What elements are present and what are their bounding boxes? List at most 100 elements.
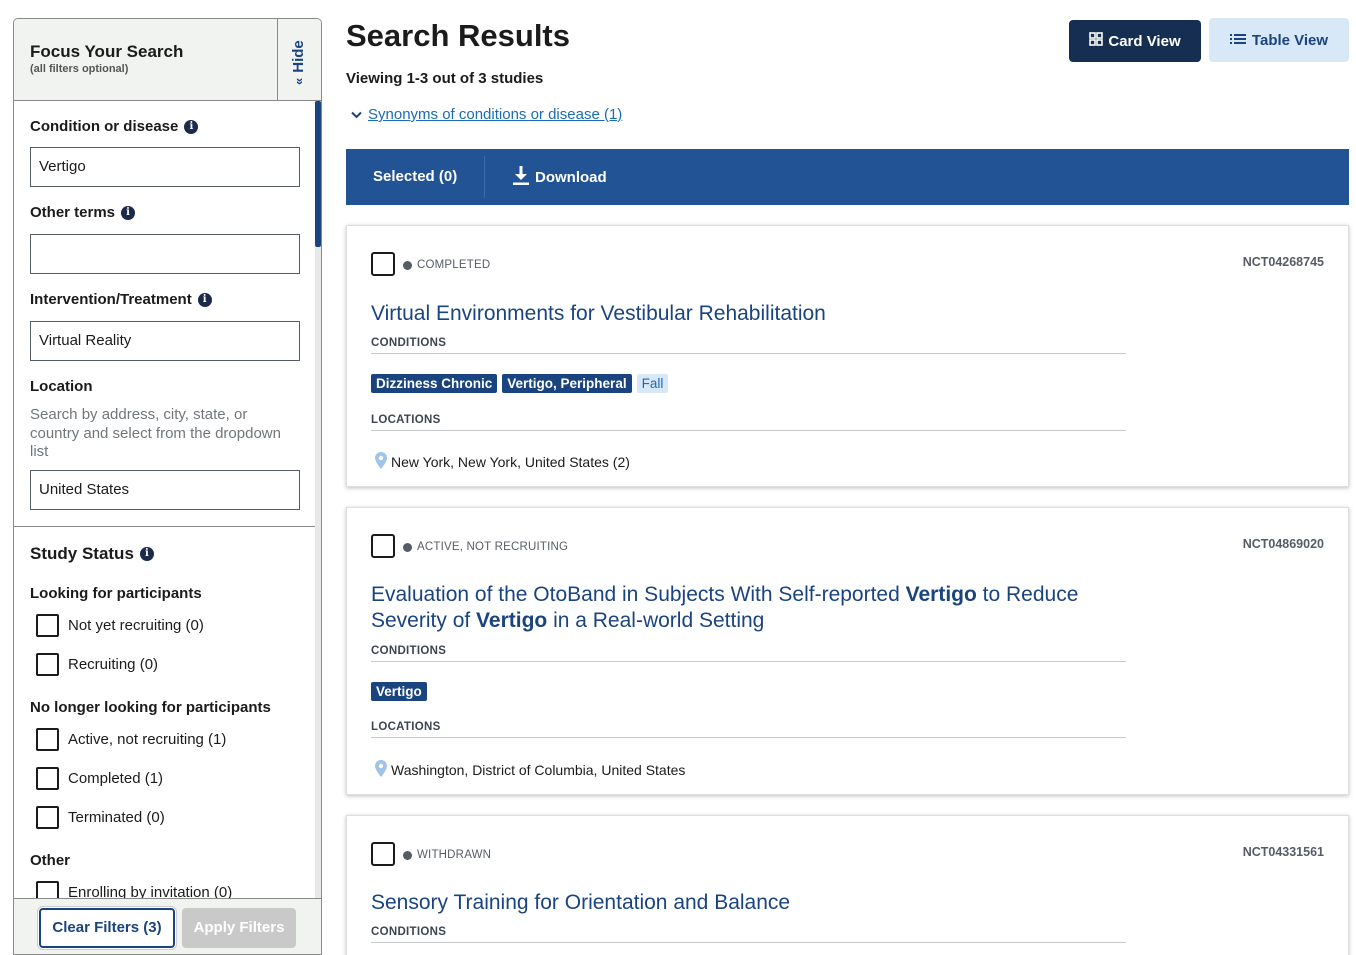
study-status: ACTIVE, NOT RECRUITING (403, 541, 568, 553)
info-icon[interactable]: i (184, 119, 199, 134)
locations-label: LOCATIONS (371, 721, 1126, 738)
download-icon (513, 166, 529, 189)
study-title-link[interactable]: Evaluation of the OtoBand in Subjects Wi… (371, 582, 1131, 634)
condition-tag: Dizziness Chronic (371, 374, 498, 393)
other-terms-input[interactable] (30, 234, 300, 274)
condition-tags: Vertigo (371, 682, 427, 701)
location-label: Location (30, 378, 93, 395)
title-text: Sensory Training for Orientation and Bal… (371, 891, 791, 914)
no-longer-heading: No longer looking for participants (30, 699, 271, 716)
checkbox[interactable] (36, 653, 59, 676)
checkbox[interactable] (36, 614, 59, 637)
status-checkbox-terminated[interactable]: Terminated (0) (36, 806, 165, 829)
study-title-link[interactable]: Sensory Training for Orientation and Bal… (371, 890, 1131, 916)
status-checkbox-not-yet-recruiting[interactable]: Not yet recruiting (0) (36, 614, 204, 637)
card-view-label: Card View (1108, 32, 1181, 50)
download-button[interactable]: Download (513, 166, 607, 189)
conditions-label: CONDITIONS (371, 337, 1126, 354)
hide-sidebar-button[interactable]: « Hide (277, 19, 321, 100)
condition-tag: Vertigo (371, 682, 427, 701)
chevron-double-left-icon: « (291, 77, 306, 85)
sidebar-header: Focus Your Search (all filters optional)… (14, 19, 321, 101)
status-checkbox-active-not-recruiting[interactable]: Active, not recruiting (1) (36, 728, 226, 751)
status-checkbox-completed[interactable]: Completed (1) (36, 767, 163, 790)
status-text: WITHDRAWN (417, 849, 492, 861)
condition-tag: Fall (636, 374, 669, 393)
other-heading: Other (30, 852, 71, 869)
divider (14, 526, 317, 527)
info-icon[interactable]: i (197, 292, 212, 307)
title-text: Evaluation of the OtoBand in Subjects Wi… (371, 583, 906, 606)
status-checkbox-enrolling-by-invitation[interactable]: Enrolling by invitation (0) (36, 881, 232, 898)
status-dot-icon (403, 850, 412, 860)
study-location: New York, New York, United States (2) (375, 452, 630, 472)
list-icon (1229, 32, 1246, 49)
intervention-label-text: Intervention/Treatment (30, 291, 192, 308)
results-count: Viewing 1-3 out of 3 studies (346, 70, 544, 87)
chevron-down-icon (351, 108, 362, 122)
table-view-button[interactable]: Table View (1209, 18, 1349, 62)
checkbox-label: Terminated (0) (68, 809, 165, 826)
status-dot-icon (403, 542, 412, 552)
hide-label: Hide (290, 40, 307, 73)
page-title: Search Results (346, 18, 570, 53)
status-checkbox-recruiting[interactable]: Recruiting (0) (36, 653, 158, 676)
study-location: Washington, District of Columbia, United… (375, 760, 685, 780)
sidebar-footer: Clear Filters (3) Apply Filters (14, 898, 321, 954)
checkbox[interactable] (36, 881, 59, 898)
conditions-label: CONDITIONS (371, 926, 1126, 943)
checkbox-label: Recruiting (0) (68, 656, 159, 673)
title-highlight: Vertigo (905, 583, 977, 606)
info-icon[interactable]: i (139, 547, 154, 561)
intervention-input[interactable]: Virtual Reality (30, 321, 300, 361)
results-toolbar: Selected (0) Download (346, 149, 1349, 205)
location-label-text: Location (30, 378, 93, 395)
selected-button[interactable]: Selected (0) (373, 168, 457, 185)
study-status: WITHDRAWN (403, 849, 491, 861)
map-pin-icon (375, 760, 387, 780)
conditions-label: CONDITIONS (371, 645, 1126, 662)
nct-number: NCT04268745 (1242, 255, 1324, 269)
checkbox-label: Completed (1) (68, 770, 164, 787)
card-view-button[interactable]: Card View (1069, 20, 1201, 62)
condition-label-text: Condition or disease (30, 118, 179, 135)
study-status-title-text: Study Status (30, 544, 134, 563)
study-card: COMPLETED NCT04268745 Virtual Environmen… (346, 225, 1349, 487)
checkbox[interactable] (36, 806, 59, 829)
condition-tags: Dizziness Chronic Vertigo, Peripheral Fa… (371, 374, 669, 393)
map-pin-icon (375, 452, 387, 472)
condition-tag: Vertigo, Peripheral (502, 374, 632, 393)
checkbox[interactable] (36, 767, 59, 790)
condition-input[interactable]: Vertigo (30, 147, 300, 187)
checkbox[interactable] (36, 728, 59, 751)
info-icon[interactable]: i (121, 205, 136, 220)
study-title-link[interactable]: Virtual Environments for Vestibular Reha… (371, 301, 1131, 327)
study-select-checkbox[interactable] (371, 842, 395, 866)
checkbox-label: Active, not recruiting (1) (68, 731, 227, 748)
nct-number: NCT04869020 (1242, 537, 1324, 551)
location-input[interactable]: United States (30, 470, 300, 510)
other-terms-label: Other terms i (30, 204, 136, 221)
location-text: New York, New York, United States (2) (391, 454, 630, 470)
study-select-checkbox[interactable] (371, 534, 395, 558)
condition-label: Condition or disease i (30, 118, 199, 135)
synonyms-link[interactable]: Synonyms of conditions or disease (1) (368, 106, 622, 123)
study-card: ACTIVE, NOT RECRUITING NCT04869020 Evalu… (346, 507, 1349, 795)
apply-filters-button[interactable]: Apply Filters (182, 908, 296, 948)
status-text: COMPLETED (417, 259, 491, 271)
study-select-checkbox[interactable] (371, 252, 395, 276)
synonyms-toggle[interactable]: Synonyms of conditions or disease (1) (351, 106, 622, 123)
sidebar-filters: Condition or disease i Vertigo Other ter… (14, 101, 321, 898)
checkbox-label: Enrolling by invitation (0) (68, 884, 233, 898)
study-status: COMPLETED (403, 259, 490, 271)
sidebar-subtitle: (all filters optional) (30, 63, 129, 75)
clear-filters-button[interactable]: Clear Filters (3) (39, 908, 175, 948)
study-status-title: Study Status i (30, 544, 154, 564)
locations-label: LOCATIONS (371, 414, 1126, 431)
sidebar-scrollbar-thumb[interactable] (315, 101, 321, 247)
checkbox-label: Not yet recruiting (0) (68, 617, 204, 634)
location-text: Washington, District of Columbia, United… (391, 762, 686, 778)
other-terms-label-text: Other terms (30, 204, 116, 221)
table-view-label: Table View (1251, 31, 1329, 49)
filter-sidebar: Focus Your Search (all filters optional)… (13, 18, 322, 955)
